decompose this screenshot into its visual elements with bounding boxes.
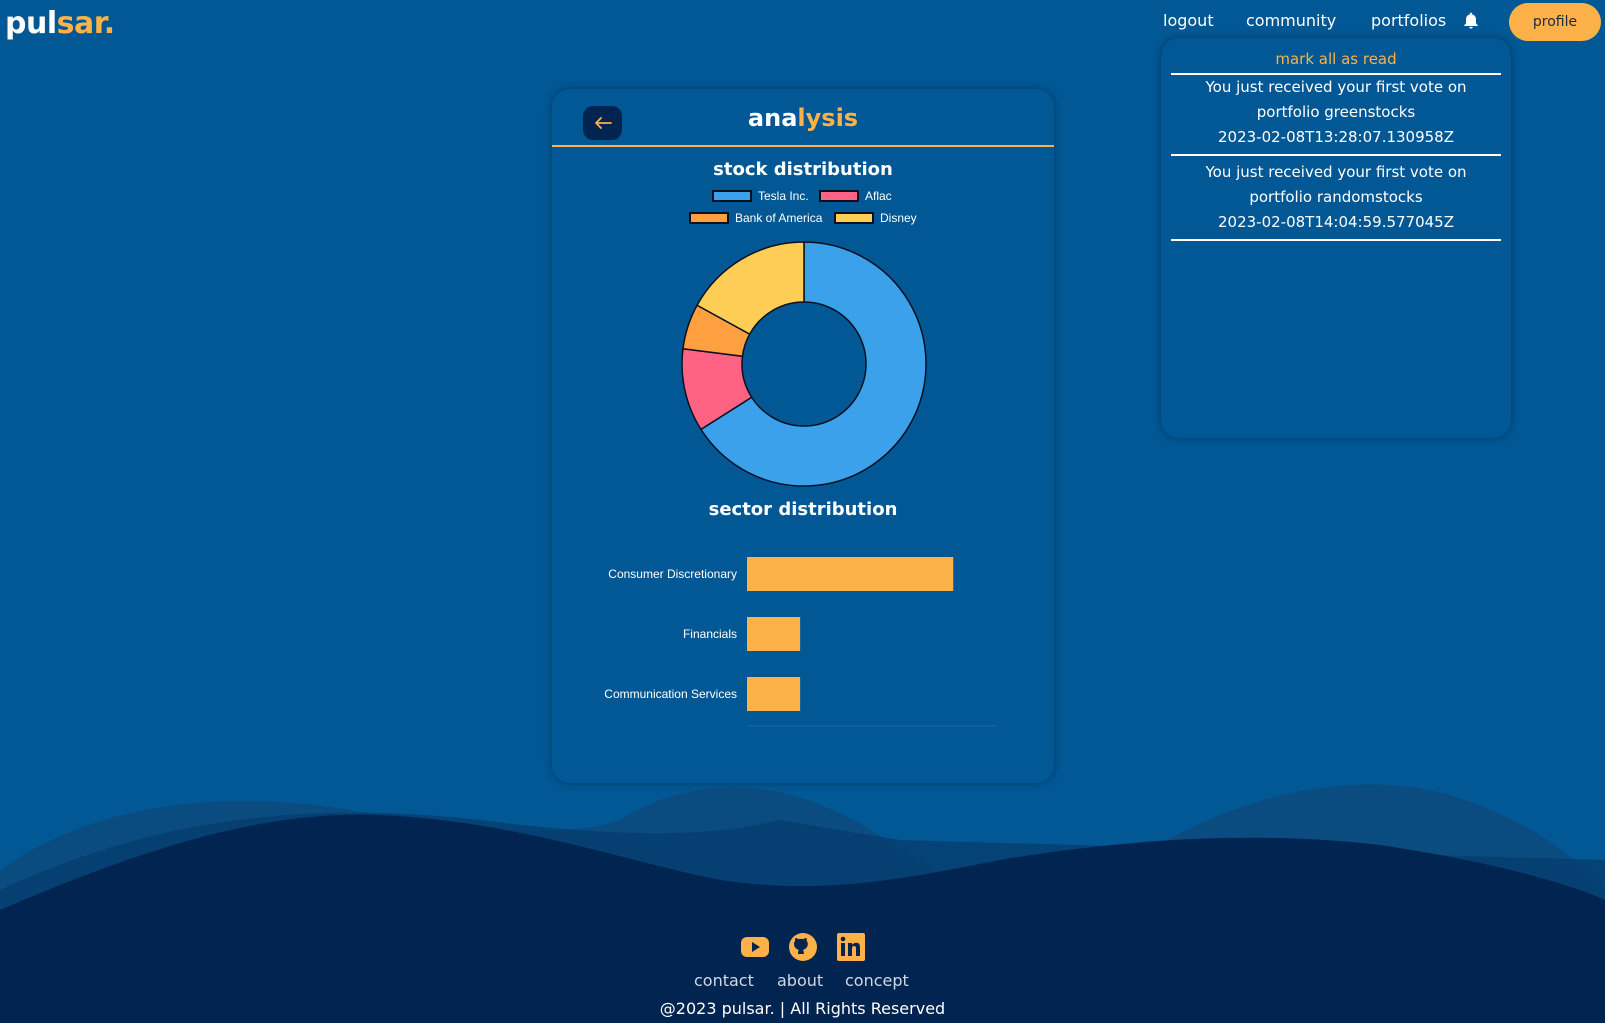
footer-about-link[interactable]: about [777, 971, 823, 990]
title-divider [552, 145, 1054, 147]
bar-communication-services[interactable] [747, 677, 801, 711]
bar-financials[interactable] [747, 617, 801, 651]
bar-consumer-discretionary[interactable] [747, 557, 954, 591]
nav-portfolios[interactable]: portfolios [1371, 10, 1446, 32]
bar-label: Communication Services [604, 687, 737, 701]
divider [1171, 154, 1501, 156]
sector-distribution-chart: Consumer Discretionary Financials Communic… [604, 557, 997, 727]
footer-contact-link[interactable]: contact [694, 971, 754, 990]
divider [1171, 239, 1501, 241]
notifications-panel: mark all as read You just received your … [1161, 38, 1511, 438]
profile-button[interactable]: profile [1509, 3, 1601, 41]
legend-label: Disney [880, 211, 917, 225]
legend-aflac[interactable]: Aflac [819, 189, 892, 203]
footer-concept-link[interactable]: concept [845, 971, 909, 990]
logo[interactable]: pulsar. [5, 4, 115, 44]
card-title-part-1: ana [747, 104, 798, 132]
sector-distribution-title: sector distribution [708, 499, 898, 520]
arrow-left-icon [594, 117, 612, 129]
card-title: analysis [552, 101, 1054, 135]
notification-message: You just received your first vote on por… [1205, 78, 1467, 121]
legend-swatch [689, 212, 729, 224]
notification-item[interactable]: You just received your first vote on por… [1171, 75, 1501, 150]
notification-timestamp: 2023-02-08T14:04:59.577045Z [1217, 213, 1454, 231]
youtube-icon[interactable] [740, 932, 770, 962]
nav-logout[interactable]: logout [1163, 10, 1214, 32]
logo-part-2: sar. [56, 6, 116, 41]
legend-swatch [712, 190, 752, 202]
copyright-text: @2023 pulsar. | All Rights Reserved [659, 999, 946, 1018]
logo-part-1: pul [5, 6, 57, 41]
notification-item[interactable]: You just received your first vote on por… [1171, 160, 1501, 235]
nav-community[interactable]: community [1246, 10, 1336, 32]
analysis-card: analysis stock distribution Tesla Inc. A… [552, 89, 1054, 783]
legend-bank-of-america[interactable]: Bank of America [689, 211, 822, 225]
bell-icon[interactable] [1461, 11, 1481, 31]
legend-tesla[interactable]: Tesla Inc. [712, 189, 809, 203]
mark-all-read-button[interactable]: mark all as read [1161, 50, 1511, 68]
github-icon[interactable] [788, 932, 818, 962]
card-title-part-2: lysis [797, 104, 859, 132]
legend-swatch [834, 212, 874, 224]
linkedin-icon[interactable] [836, 932, 866, 962]
stock-distribution-title: stock distribution [713, 159, 893, 180]
back-button[interactable] [583, 106, 622, 140]
legend-label: Tesla Inc. [758, 189, 809, 203]
legend-label: Aflac [865, 189, 892, 203]
bar-label: Consumer Discretionary [608, 567, 737, 581]
notification-timestamp: 2023-02-08T13:28:07.130958Z [1217, 128, 1454, 146]
legend-swatch [819, 190, 859, 202]
bar-label: Financials [683, 627, 737, 641]
notification-message: You just received your first vote on por… [1205, 163, 1467, 206]
legend-label: Bank of America [735, 211, 823, 225]
legend-disney[interactable]: Disney [834, 211, 917, 225]
stock-distribution-chart [681, 241, 927, 487]
